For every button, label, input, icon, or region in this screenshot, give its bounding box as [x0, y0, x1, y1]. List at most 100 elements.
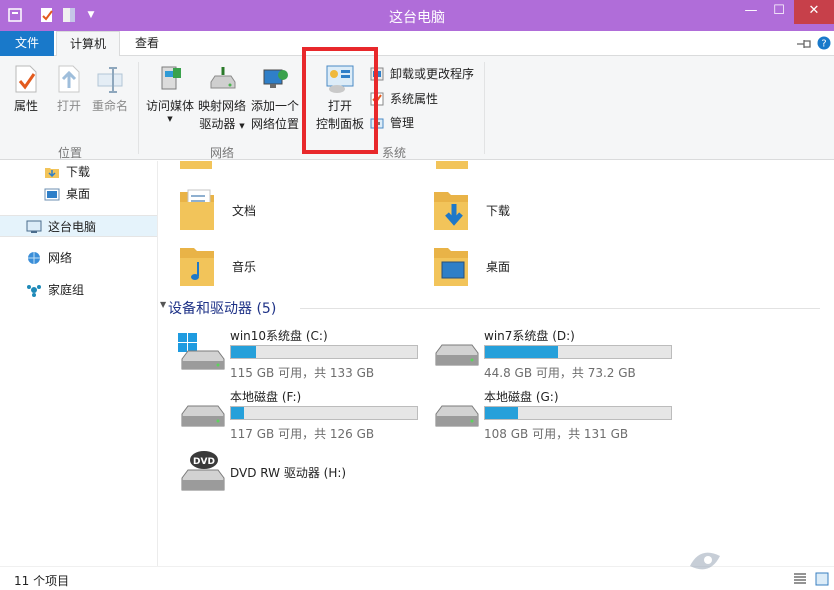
folder-documents[interactable]: 文档 [178, 186, 378, 234]
uninstall-programs-button[interactable]: 卸载或更改程序 [370, 64, 474, 84]
drive-d-info: 44.8 GB 可用，共 73.2 GB [484, 366, 636, 380]
ribbon-tab-bar: 文件 计算机 查看 ? [0, 31, 834, 57]
music-folder-icon [180, 248, 214, 286]
svg-text:DVD: DVD [193, 457, 215, 467]
nav-item-this-pc[interactable]: 这台电脑 [0, 215, 157, 237]
network-icon [28, 252, 40, 264]
nav-network-label: 网络 [48, 251, 73, 265]
highlight-box [302, 47, 378, 154]
nav-item-network[interactable]: 网络 [26, 247, 154, 269]
folder-downloads-label: 下载 [486, 204, 511, 218]
drive-f-info: 117 GB 可用，共 126 GB [230, 427, 375, 441]
tab-view[interactable]: 查看 [122, 31, 172, 56]
this-pc-icon [26, 220, 42, 233]
svg-text:?: ? [821, 39, 826, 50]
drive-f-name: 本地磁盘 (F:) [230, 390, 302, 404]
nav-homegroup-label: 家庭组 [48, 283, 85, 297]
properties-label: 属性 [13, 99, 38, 113]
nav-this-pc-label: 这台电脑 [48, 220, 97, 234]
drive-c-usage-fill [231, 346, 257, 358]
nav-downloads-label: 下载 [66, 165, 91, 179]
folder-desktop-label: 桌面 [486, 260, 511, 274]
drive-d[interactable]: win7系统盘 (D:) 44.8 GB 可用，共 73.2 GB [432, 327, 692, 381]
pin-ribbon-icon[interactable] [796, 38, 812, 50]
hard-drive-icon [435, 344, 479, 366]
downloads-folder-icon [45, 168, 59, 178]
open-button[interactable]: 打开 [52, 64, 86, 115]
ribbon-group-separator [484, 62, 485, 154]
drive-g-usage-fill [485, 407, 518, 419]
drive-d-name: win7系统盘 (D:) [484, 329, 575, 343]
drive-c[interactable]: win10系统盘 (C:) 115 GB 可用，共 133 GB [178, 327, 438, 381]
documents-folder-icon [180, 189, 214, 230]
folder-partial-top-left [178, 161, 214, 171]
open-label: 打开 [56, 99, 81, 113]
title-bar: ▼ 这台电脑 — ☐ ✕ [0, 0, 834, 31]
drive-c-usage-bar [230, 345, 418, 359]
folder-desktop[interactable]: 桌面 [432, 242, 632, 290]
properties-button[interactable]: 属性 [8, 64, 44, 115]
drive-g-usage-bar [484, 406, 672, 420]
drive-f-usage-fill [231, 407, 245, 419]
ribbon-panel: 属性 打开 重命名 位置 访问媒体 ▼ 映射网络 驱动器 ▼ 添加一个 网络位置… [0, 56, 834, 160]
windows-drive-icon [178, 333, 225, 370]
drive-h[interactable]: DVD DVD RW 驱动器 (H:) [178, 450, 438, 500]
navigation-pane: 下载 桌面 这台电脑 网络 家庭组 [0, 161, 158, 566]
folder-partial-top-right [434, 161, 470, 171]
drive-d-usage-bar [484, 345, 672, 359]
drive-g[interactable]: 本地磁盘 (G:) 108 GB 可用，共 131 GB [432, 388, 692, 442]
maximize-button[interactable]: ☐ [766, 0, 792, 24]
map-drive-label-line2: 驱动器 [199, 117, 236, 131]
uninstall-label: 卸载或更改程序 [390, 67, 475, 81]
properties-icon [15, 65, 37, 93]
network-group-label: 网络 [209, 146, 234, 160]
folder-documents-label: 文档 [232, 204, 257, 218]
section-divider-line [300, 308, 820, 309]
map-drive-label-line1: 映射网络 [197, 99, 246, 113]
dvd-drive-icon: DVD [181, 451, 225, 491]
system-properties-button[interactable]: 系统属性 [370, 89, 438, 109]
section-collapse-chevron-icon[interactable]: ▼ [160, 300, 166, 309]
manage-label: 管理 [390, 116, 415, 130]
hard-drive-icon [181, 405, 225, 427]
nav-pane-divider [157, 161, 158, 566]
downloads-folder-icon [434, 192, 468, 230]
hard-drive-icon [435, 405, 479, 427]
drive-f[interactable]: 本地磁盘 (F:) 117 GB 可用，共 126 GB [178, 388, 438, 442]
add-location-label-line2: 网络位置 [250, 117, 299, 131]
drive-c-info: 115 GB 可用，共 133 GB [230, 366, 375, 380]
rename-button[interactable]: 重命名 [90, 64, 130, 115]
drive-g-name: 本地磁盘 (G:) [484, 390, 559, 404]
access-media-dropdown-icon: ▼ [167, 115, 173, 123]
add-network-location-button[interactable]: 添加一个 网络位置 [250, 64, 300, 133]
watermark-logo [690, 552, 720, 570]
help-icon[interactable]: ? [817, 36, 831, 50]
rename-icon [97, 67, 123, 93]
open-icon [58, 65, 80, 93]
rename-label: 重命名 [91, 99, 128, 113]
window-title: 这台电脑 [389, 10, 445, 26]
folder-music[interactable]: 音乐 [178, 242, 378, 290]
desktop-folder-icon [434, 248, 468, 286]
drive-h-name: DVD RW 驱动器 (H:) [230, 466, 347, 480]
media-server-icon [161, 66, 181, 90]
map-drive-dropdown-icon: ▼ [239, 122, 245, 130]
access-media-button[interactable]: 访问媒体 ▼ [144, 64, 196, 123]
nav-item-downloads[interactable]: 下载 [44, 161, 154, 183]
close-button[interactable]: ✕ [794, 0, 834, 24]
folder-music-label: 音乐 [232, 260, 257, 274]
access-media-label: 访问媒体 [145, 99, 194, 113]
devices-section-title[interactable]: 设备和驱动器 (5) [168, 298, 276, 318]
drive-g-info: 108 GB 可用，共 131 GB [484, 427, 629, 441]
minimize-button[interactable]: — [738, 0, 764, 24]
map-network-drive-button[interactable]: 映射网络 驱动器 ▼ [196, 64, 248, 135]
network-location-icon [263, 69, 288, 88]
location-group-label: 位置 [57, 146, 82, 160]
add-location-label-line1: 添加一个 [250, 99, 299, 113]
nav-item-desktop[interactable]: 桌面 [44, 183, 154, 205]
nav-item-homegroup[interactable]: 家庭组 [26, 279, 154, 301]
folder-downloads[interactable]: 下载 [432, 186, 632, 234]
tab-file[interactable]: 文件 [0, 31, 54, 56]
drive-c-name: win10系统盘 (C:) [230, 329, 328, 343]
tab-computer[interactable]: 计算机 [56, 31, 120, 57]
